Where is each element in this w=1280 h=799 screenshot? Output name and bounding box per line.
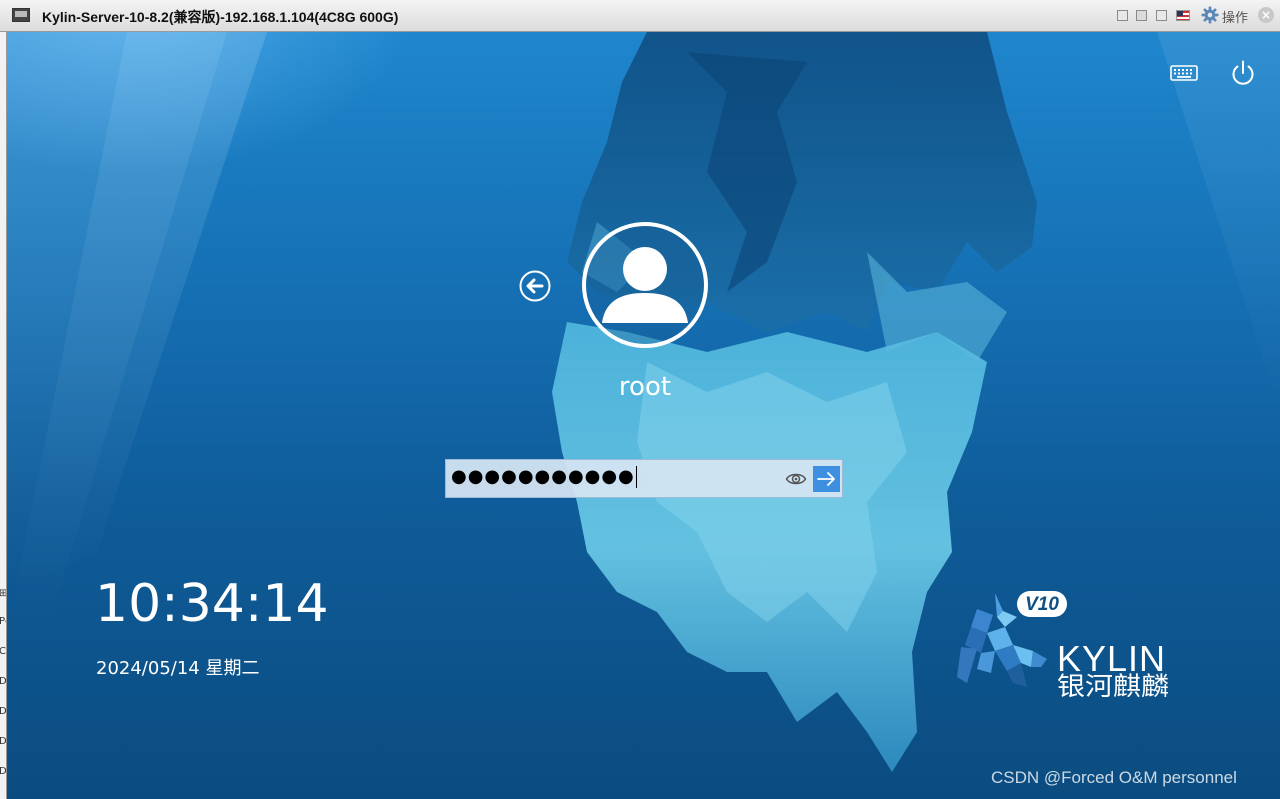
vm-console-icon <box>12 8 30 22</box>
gear-icon[interactable] <box>1201 6 1219 24</box>
window-title: Kylin-Server-10-8.2(兼容版)-192.168.1.104(4… <box>42 9 399 25</box>
eye-icon[interactable] <box>785 469 807 489</box>
keyboard-icon[interactable] <box>1169 58 1199 88</box>
us-flag-icon[interactable] <box>1176 10 1190 21</box>
minimize-icon[interactable] <box>1136 10 1147 21</box>
login-submit-button[interactable] <box>813 466 840 492</box>
restore-icon[interactable] <box>1117 10 1128 21</box>
csdn-watermark: CSDN @Forced O&M personnel <box>991 768 1237 787</box>
maximize-icon[interactable] <box>1156 10 1167 21</box>
arrow-right-icon <box>817 472 835 486</box>
close-icon[interactable]: × <box>1258 7 1274 23</box>
product-name-cn: 银河麒麟 <box>1057 672 1169 697</box>
login-screen: root ●●●●●●●●●●● 10:34:14 2024/05/14 星期二 <box>7 32 1280 799</box>
back-arrow-icon[interactable] <box>519 270 551 302</box>
clock-date: 2024/05/14 星期二 <box>96 658 260 679</box>
user-avatar-icon[interactable] <box>581 221 709 349</box>
window-title-bar: Kylin-Server-10-8.2(兼容版)-192.168.1.104(4… <box>0 0 1280 32</box>
background-window-edge: ⊞ Pc Cr De De De De <box>0 32 7 799</box>
clock-time: 10:34:14 <box>95 574 329 634</box>
action-menu-label[interactable]: 操作 <box>1222 7 1248 26</box>
password-input[interactable]: ●●●●●●●●●●● <box>445 459 843 498</box>
version-badge: V10 <box>1025 594 1059 615</box>
username-label: root <box>618 372 672 402</box>
vm-console-window: Kylin-Server-10-8.2(兼容版)-192.168.1.104(4… <box>0 0 1280 799</box>
password-value[interactable]: ●●●●●●●●●●● <box>451 466 637 488</box>
power-icon[interactable] <box>1228 58 1258 88</box>
kylin-logo: V10 KYLIN 银河麒麟 <box>957 591 1169 697</box>
